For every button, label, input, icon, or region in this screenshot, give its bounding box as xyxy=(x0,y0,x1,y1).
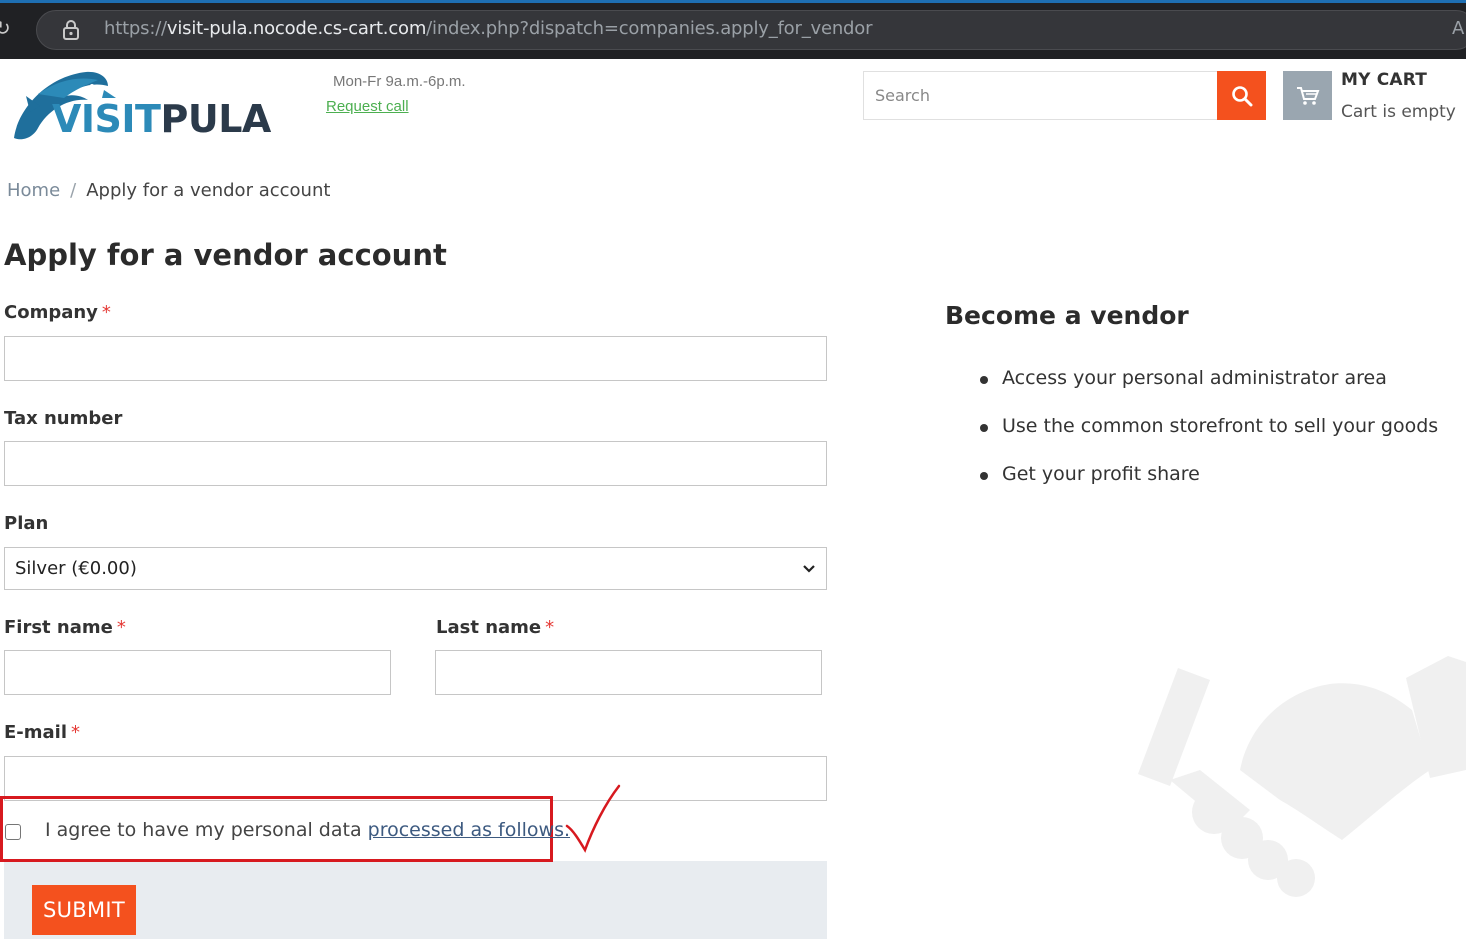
plan-select[interactable]: Silver (€0.00) xyxy=(4,547,827,590)
benefit-item: Use the common storefront to sell your g… xyxy=(1002,415,1439,437)
plan-label: Plan xyxy=(4,513,49,534)
breadcrumb-home-link[interactable]: Home xyxy=(7,180,60,201)
email-input[interactable] xyxy=(4,756,827,801)
url-scheme: https:// xyxy=(104,18,167,39)
search-input[interactable] xyxy=(863,71,1218,120)
first-name-input[interactable] xyxy=(4,650,391,695)
required-mark: * xyxy=(101,302,111,323)
submit-button[interactable]: SUBMIT xyxy=(32,885,136,935)
page-title: Apply for a vendor account xyxy=(4,238,447,272)
cart-button[interactable] xyxy=(1283,71,1332,120)
request-call-link[interactable]: Request call xyxy=(326,98,409,115)
bullet-icon xyxy=(980,376,988,384)
url-path: /index.php?dispatch=companies.apply_for_… xyxy=(426,18,873,39)
browser-address-bar: ↻ https://visit-pula.nocode.cs-cart.com/… xyxy=(0,0,1466,59)
cart-icon xyxy=(1296,86,1319,105)
url-text[interactable]: https://visit-pula.nocode.cs-cart.com/in… xyxy=(104,18,872,39)
consent-text: I agree to have my personal data xyxy=(45,819,368,841)
bullet-icon xyxy=(980,424,988,432)
breadcrumb-current: Apply for a vendor account xyxy=(86,180,331,201)
first-name-label: First name * xyxy=(4,617,126,638)
browser-tab-accent xyxy=(0,0,1466,3)
company-label: Company * xyxy=(4,302,111,323)
url-right-glyph: A xyxy=(1452,18,1465,39)
chevron-down-icon xyxy=(803,564,815,573)
last-name-input[interactable] xyxy=(435,650,822,695)
email-label: E-mail * xyxy=(4,722,80,743)
consent-checkbox[interactable] xyxy=(5,824,21,840)
tax-number-input[interactable] xyxy=(4,441,827,486)
logo-visit-text: VISIT xyxy=(52,97,161,141)
url-host: visit-pula.nocode.cs-cart.com xyxy=(166,18,427,39)
reload-icon[interactable]: ↻ xyxy=(0,16,12,40)
breadcrumb-separator: / xyxy=(70,180,77,201)
breadcrumb: Home / Apply for a vendor account xyxy=(7,180,330,201)
annotation-checkmark-icon xyxy=(565,784,621,853)
required-mark: * xyxy=(116,617,126,638)
last-name-label-text: Last name xyxy=(436,617,542,638)
business-hours: Mon-Fr 9a.m.-6p.m. xyxy=(333,73,466,90)
lock-icon[interactable] xyxy=(62,20,80,40)
cart-status: Cart is empty xyxy=(1341,102,1456,122)
required-mark: * xyxy=(71,722,81,743)
benefit-item: Access your personal administrator area xyxy=(1002,367,1387,389)
consent-label: I agree to have my personal data process… xyxy=(45,819,570,841)
become-vendor-title: Become a vendor xyxy=(945,301,1189,330)
plan-selected-value: Silver (€0.00) xyxy=(15,558,137,579)
first-name-label-text: First name xyxy=(4,617,113,638)
last-name-label: Last name * xyxy=(436,617,554,638)
search-button[interactable] xyxy=(1217,71,1266,120)
tax-number-label: Tax number xyxy=(4,408,123,429)
company-input[interactable] xyxy=(4,336,827,381)
handshake-icon xyxy=(1138,656,1466,897)
bullet-icon xyxy=(980,472,988,480)
email-label-text: E-mail xyxy=(4,722,68,743)
search-icon xyxy=(1231,85,1252,106)
required-mark: * xyxy=(545,617,555,638)
consent-policy-link[interactable]: processed as follows. xyxy=(368,819,570,841)
benefit-item: Get your profit share xyxy=(1002,463,1200,485)
logo-wordmark[interactable]: VISITPULA xyxy=(52,96,271,142)
company-label-text: Company xyxy=(4,302,98,323)
cart-title[interactable]: MY CART xyxy=(1341,70,1427,90)
logo-pula-text: PULA xyxy=(160,97,271,141)
